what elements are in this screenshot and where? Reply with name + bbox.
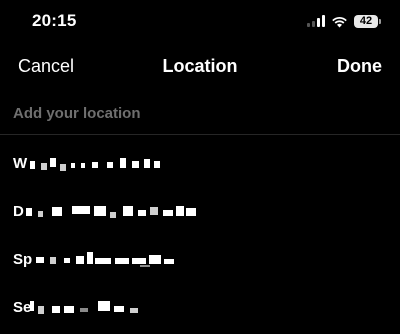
location-search-row — [0, 92, 400, 135]
location-item-label: W — [13, 155, 28, 172]
location-item-label: Se — [13, 299, 32, 316]
redacted-text — [30, 299, 142, 317]
redacted-text — [30, 155, 170, 173]
redacted-text — [26, 203, 198, 221]
status-time: 20:15 — [32, 11, 77, 30]
location-item-label: D — [13, 203, 24, 220]
status-bar: 20:15 42 — [0, 0, 400, 44]
cellular-signal-icon — [307, 15, 325, 27]
location-item[interactable]: Sp — [0, 232, 400, 280]
redacted-text — [36, 251, 178, 269]
location-item[interactable]: W — [0, 136, 400, 184]
battery-level: 42 — [359, 14, 373, 27]
location-item[interactable]: Se — [0, 280, 400, 328]
wifi-icon — [331, 15, 348, 28]
location-list: W D Sp Se — [0, 136, 400, 328]
nav-bar: Cancel Location Done — [0, 44, 400, 90]
status-icons: 42 — [307, 12, 381, 30]
done-button[interactable]: Done — [337, 56, 382, 77]
location-item[interactable]: D — [0, 184, 400, 232]
location-item-label: Sp — [13, 251, 33, 268]
battery-icon: 42 — [354, 14, 381, 28]
location-search-input[interactable] — [13, 100, 383, 126]
